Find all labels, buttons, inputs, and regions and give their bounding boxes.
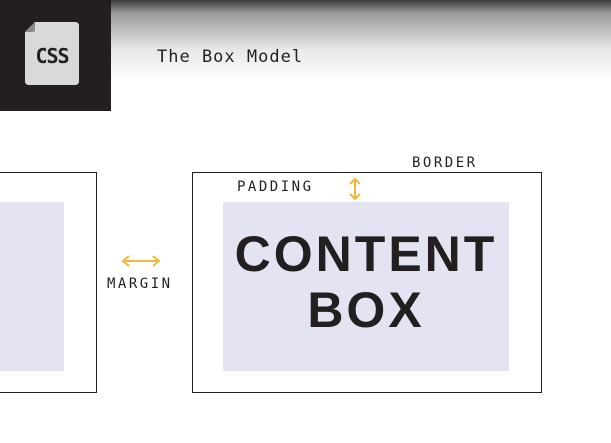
content-box-text: CONTENT BOX (223, 226, 509, 338)
logo-label: CSS (35, 44, 69, 68)
content-line-2: BOX (307, 282, 425, 338)
content-line-1: CONTENT (234, 226, 498, 282)
page-title: The Box Model (157, 47, 304, 67)
vertical-double-arrow-icon (349, 177, 361, 201)
box-model-slide: CSS The Box Model BORDER PADDING MARGIN … (0, 0, 611, 443)
logo-panel: CSS (0, 0, 111, 111)
left-content-area (0, 202, 64, 371)
margin-label: MARGIN (107, 276, 173, 292)
border-label: BORDER (412, 155, 478, 171)
horizontal-double-arrow-icon (121, 255, 161, 267)
padding-label: PADDING (237, 179, 314, 195)
